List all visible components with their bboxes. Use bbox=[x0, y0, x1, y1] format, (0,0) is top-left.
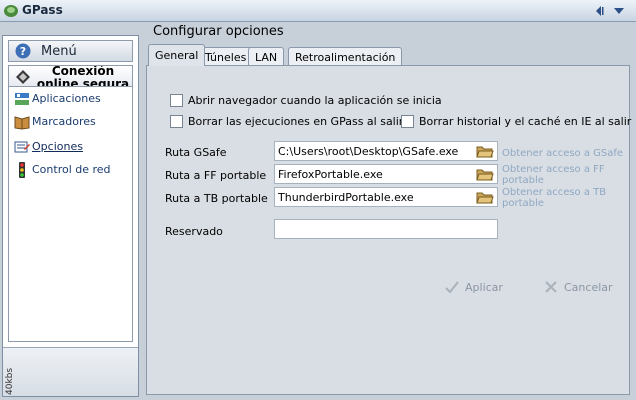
tb-access-link[interactable]: Obtener acceso a TB portable bbox=[502, 187, 624, 209]
sidebar: ? Menú Conexión online segura Aplicacion… bbox=[2, 35, 139, 397]
sidebar-item-label: Marcadores bbox=[32, 115, 96, 128]
ff-path-input[interactable] bbox=[274, 164, 498, 184]
options-icon bbox=[14, 141, 30, 153]
bookmarks-icon bbox=[14, 116, 30, 130]
cancel-x-icon bbox=[545, 281, 557, 293]
secure-connection-header[interactable]: Conexión online segura bbox=[8, 65, 133, 87]
traffic-light-icon bbox=[19, 162, 25, 178]
apply-button[interactable]: Aplicar bbox=[444, 278, 504, 298]
tb-path-input[interactable] bbox=[274, 187, 498, 207]
general-tab-content: Abrir navegador cuando la aplicación se … bbox=[146, 65, 632, 395]
bandwidth-meter: 40kbs bbox=[3, 347, 138, 396]
sidebar-nav: Aplicaciones Marcadores Opciones Control… bbox=[8, 87, 133, 342]
ff-access-link[interactable]: Obtener acceso a FF portable bbox=[502, 164, 624, 186]
checkmark-icon bbox=[445, 281, 459, 294]
ff-path-label: Ruta a FF portable bbox=[165, 169, 267, 182]
sidebar-item-label: Control de red bbox=[32, 163, 111, 176]
tab-tuneles[interactable]: Túneles bbox=[198, 47, 254, 66]
page-title: Configurar opciones bbox=[153, 24, 284, 39]
browse-folder-icon[interactable] bbox=[476, 143, 494, 159]
sidebar-item-control-de-red[interactable]: Control de red bbox=[14, 161, 132, 179]
help-icon: ? bbox=[15, 43, 31, 59]
reserved-input[interactable] bbox=[274, 219, 498, 239]
menu-label: Menú bbox=[41, 44, 77, 59]
sidebar-item-aplicaciones[interactable]: Aplicaciones bbox=[14, 90, 132, 108]
open-browser-label: Abrir navegador cuando la aplicación se … bbox=[188, 94, 442, 107]
browse-folder-icon[interactable] bbox=[476, 166, 494, 182]
gsafe-path-input[interactable] bbox=[274, 141, 498, 161]
title-bar: GPass bbox=[0, 0, 636, 22]
main-panel: Configurar opciones General Túneles LAN … bbox=[143, 22, 633, 398]
window-title: GPass bbox=[22, 3, 63, 17]
menu-header[interactable]: ? Menú bbox=[8, 40, 133, 62]
bandwidth-label: 40kbs bbox=[5, 367, 15, 395]
reserved-label: Reservado bbox=[165, 225, 223, 238]
apply-label: Aplicar bbox=[465, 281, 503, 294]
sidebar-item-marcadores[interactable]: Marcadores bbox=[14, 113, 132, 131]
tab-general[interactable]: General bbox=[148, 44, 206, 66]
open-browser-checkbox[interactable] bbox=[170, 94, 183, 107]
cancel-button[interactable]: Cancelar bbox=[543, 278, 613, 298]
gsafe-access-link[interactable]: Obtener acceso a GSafe bbox=[502, 148, 624, 159]
tab-lan[interactable]: LAN bbox=[248, 47, 285, 66]
cancel-label: Cancelar bbox=[564, 281, 613, 294]
sidebar-item-label: Opciones bbox=[32, 140, 83, 153]
tab-strip: General Túneles LAN Retroalimentación bbox=[146, 44, 626, 66]
clear-runs-label: Borrar las ejecuciones en GPass al salir bbox=[188, 115, 404, 128]
clear-history-checkbox[interactable] bbox=[401, 115, 414, 128]
back-arrow-icon[interactable] bbox=[592, 4, 606, 18]
tab-retroalimentacion[interactable]: Retroalimentación bbox=[288, 47, 403, 66]
tb-path-label: Ruta a TB portable bbox=[165, 192, 268, 205]
gsafe-path-label: Ruta GSafe bbox=[165, 146, 227, 159]
dropdown-arrow-icon[interactable] bbox=[612, 4, 626, 18]
secure-connection-label: Conexión online segura bbox=[36, 65, 130, 87]
network-icon bbox=[16, 70, 30, 84]
svg-text:?: ? bbox=[20, 45, 26, 58]
browse-folder-icon[interactable] bbox=[476, 189, 494, 205]
sidebar-item-opciones[interactable]: Opciones bbox=[14, 138, 132, 156]
clear-history-label: Borrar historial y el caché en IE al sal… bbox=[419, 115, 632, 128]
gpass-logo-icon bbox=[4, 5, 18, 17]
applications-icon bbox=[15, 93, 29, 105]
clear-runs-checkbox[interactable] bbox=[170, 115, 183, 128]
sidebar-item-label: Aplicaciones bbox=[32, 92, 101, 105]
